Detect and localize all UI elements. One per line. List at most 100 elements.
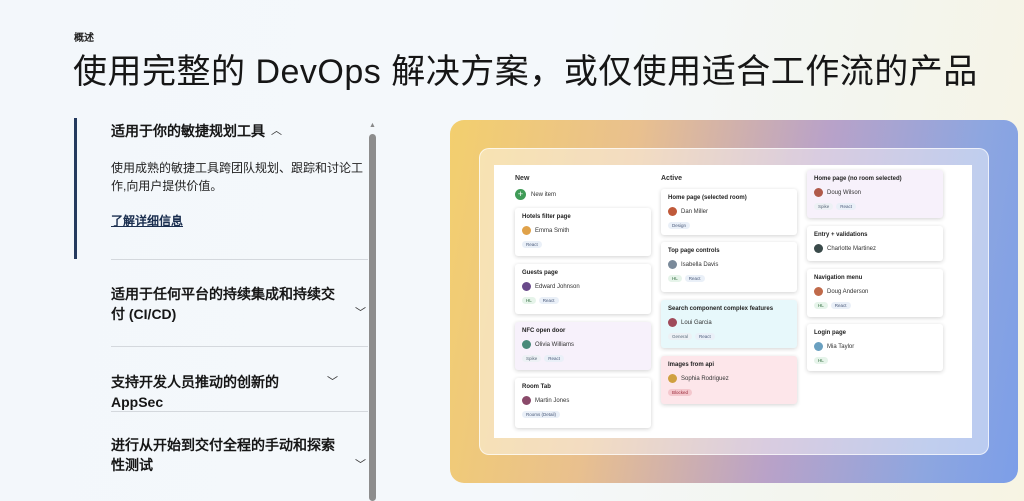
card-assignee: Olivia Williams <box>522 340 644 349</box>
card-title: Navigation menu <box>814 275 863 281</box>
tag-badge: Blocked <box>668 389 693 396</box>
card-tags: Design <box>668 222 790 229</box>
tag-badge: General <box>668 333 693 340</box>
card-title: Images from api <box>668 362 715 368</box>
card-assignee: Loui Garcia <box>668 318 790 327</box>
board-card[interactable]: Home page (no room selected) Doug Wilson S… <box>807 170 943 218</box>
card-tags: HL React <box>522 297 644 304</box>
card-tags: Rooms (Detail) <box>522 411 644 418</box>
learn-more-link[interactable]: 了解详细信息 <box>111 212 183 229</box>
accordion-header-cicd[interactable]: 适用于任何平台的持续集成和持续交付 (CI/CD) <box>111 284 368 324</box>
tag-badge: React <box>684 275 705 282</box>
card-tags: Spike React <box>522 355 644 362</box>
card-tags: HL <box>814 357 936 364</box>
card-tags: HL React <box>814 302 936 309</box>
eyebrow: 概述 <box>74 33 94 44</box>
assignee-name: Martin Jones <box>535 397 570 404</box>
scrollbar-thumb[interactable] <box>369 134 376 501</box>
scrollbar[interactable]: ▲ <box>368 122 377 501</box>
scroll-up-icon[interactable]: ▲ <box>369 122 376 129</box>
card-title: Home page (selected room) <box>668 195 747 201</box>
tag-badge: React <box>830 302 851 309</box>
board-card[interactable]: Hotels filter page Emma Smith React <box>515 208 651 256</box>
avatar <box>522 226 531 235</box>
assignee-name: Mia Taylor <box>827 343 855 350</box>
feature-accordion: 适用于你的敏捷规划工具 ︿ 使用成熟的敏捷工具跨团队规划、跟踪和讨论工作,向用户… <box>74 118 368 500</box>
accordion-item-appsec[interactable]: 支持开发人员推动的创新的 AppSec ﹀ <box>111 346 368 411</box>
card-title: Hotels filter page <box>522 214 571 220</box>
avatar <box>668 207 677 216</box>
accordion-header-appsec[interactable]: 支持开发人员推动的创新的 AppSec ﹀ <box>111 372 368 412</box>
card-tags: General React <box>668 333 790 340</box>
product-illustration: New Active + New item Hotels filter page… <box>450 120 1018 483</box>
assignee-name: Charlotte Martinez <box>827 245 877 252</box>
new-item-label: New item <box>531 191 557 198</box>
tag-badge: React <box>695 333 715 340</box>
accordion-title: 适用于你的敏捷规划工具 <box>111 123 265 139</box>
card-title: NFC open door <box>522 328 566 334</box>
card-assignee: Sophia Rodriguez <box>668 374 790 383</box>
tag-badge: React <box>544 355 565 362</box>
tag-badge: React <box>836 203 857 210</box>
card-assignee: Emma Smith <box>522 226 644 235</box>
board-card[interactable]: Search component complex features Loui Ga… <box>661 300 797 348</box>
chevron-down-icon: ﹀ <box>327 376 338 388</box>
card-assignee: Dan Miller <box>668 207 790 216</box>
tag-badge: HL <box>814 302 828 309</box>
card-assignee: Charlotte Martinez <box>814 244 936 253</box>
tag-badge: Design <box>668 222 691 229</box>
chevron-down-icon: ﹀ <box>355 459 366 471</box>
card-assignee: Doug Wilson <box>814 188 936 197</box>
accordion-header-agile[interactable]: 适用于你的敏捷规划工具 ︿ <box>111 118 368 141</box>
card-tags: HL React <box>668 275 790 282</box>
avatar <box>814 287 823 296</box>
tag-badge: Rooms (Detail) <box>522 411 561 418</box>
card-title: Guests page <box>522 270 559 276</box>
avatar <box>668 260 677 269</box>
avatar <box>522 340 531 349</box>
assignee-name: Isabella Davis <box>681 261 719 268</box>
accordion-item-cicd[interactable]: 适用于任何平台的持续集成和持续交付 (CI/CD) ﹀ <box>111 259 368 346</box>
board-card[interactable]: Entry + validations Charlotte Martinez <box>807 226 943 261</box>
card-assignee: Edward Johnson <box>522 282 644 291</box>
column-header-new: New <box>515 175 530 182</box>
accordion-title: 支持开发人员推动的创新的 AppSec <box>111 374 279 410</box>
board-card[interactable]: Login page Mia Taylor HL <box>807 324 943 371</box>
card-title: Home page (no room selected) <box>814 176 902 182</box>
accordion-title: 适用于任何平台的持续集成和持续交付 (CI/CD) <box>111 286 335 322</box>
board-frame: New Active + New item Hotels filter page… <box>479 148 989 455</box>
board-card[interactable]: Home page (selected room) Dan Miller Desig… <box>661 189 797 235</box>
card-tags: React <box>522 241 644 248</box>
avatar <box>814 244 823 253</box>
new-item-button[interactable]: + New item <box>515 189 556 200</box>
assignee-name: Olivia Williams <box>535 341 574 348</box>
card-title: Entry + validations <box>814 232 868 238</box>
column-header-active: Active <box>661 175 683 182</box>
assignee-name: Dan Miller <box>681 208 709 215</box>
assignee-name: Emma Smith <box>535 227 570 234</box>
card-assignee: Mia Taylor <box>814 342 936 351</box>
avatar <box>814 342 823 351</box>
board-card[interactable]: NFC open door Olivia Williams Spike React <box>515 322 651 370</box>
accordion-header-testing[interactable]: 进行从开始到交付全程的手动和探索性测试 <box>111 435 368 475</box>
page-title: 使用完整的 DevOps 解决方案，或仅使用适合工作流的产品 <box>73 53 978 91</box>
assignee-name: Loui Garcia <box>681 319 712 326</box>
board-card[interactable]: Guests page Edward Johnson HL React <box>515 264 651 314</box>
board-card[interactable]: Room Tab Martin Jones Rooms (Detail) <box>515 378 651 428</box>
accordion-item-testing[interactable]: 进行从开始到交付全程的手动和探索性测试 ﹀ <box>111 411 368 500</box>
board-card[interactable]: Navigation menu Doug Anderson HL React <box>807 269 943 317</box>
tag-badge: Spike <box>522 355 542 362</box>
assignee-name: Doug Anderson <box>827 288 869 295</box>
chevron-up-icon: ︿ <box>271 125 282 137</box>
assignee-name: Sophia Rodriguez <box>681 375 729 382</box>
board-card[interactable]: Top page controls Isabella Davis HL React <box>661 242 797 292</box>
card-tags: Spike React <box>814 203 936 210</box>
kanban-board: New Active + New item Hotels filter page… <box>494 165 972 438</box>
accordion-description: 使用成熟的敏捷工具跨团队规划、跟踪和讨论工作,向用户提供价值。 <box>111 161 364 193</box>
accordion-item-agile: 适用于你的敏捷规划工具 ︿ 使用成熟的敏捷工具跨团队规划、跟踪和讨论工作,向用户… <box>74 118 368 259</box>
avatar <box>668 374 677 383</box>
card-title: Room Tab <box>522 384 551 390</box>
board-card[interactable]: Images from api Sophia Rodriguez Blocked <box>661 356 797 404</box>
card-title: Search component complex features <box>668 306 774 312</box>
avatar <box>814 188 823 197</box>
